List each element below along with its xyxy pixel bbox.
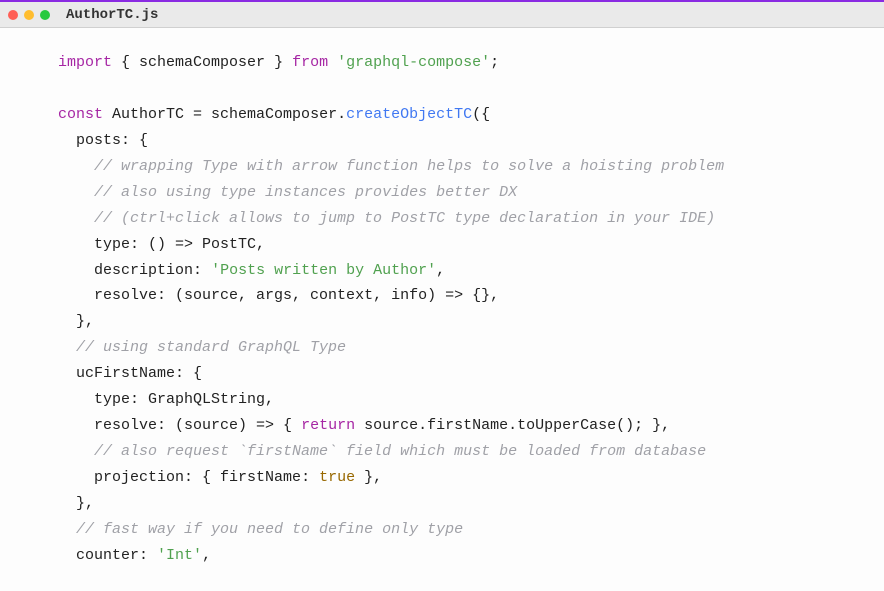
code-line: ucFirstName: { [58, 365, 202, 382]
code-line: posts: { [58, 132, 148, 149]
code-line: resolve: (source) => { return source.fir… [58, 417, 670, 434]
close-icon[interactable] [8, 10, 18, 20]
code-line: type: GraphQLString, [58, 391, 274, 408]
code-line: // fast way if you need to define only t… [58, 521, 463, 538]
code-line: import { schemaComposer } from 'graphql-… [58, 54, 499, 71]
code-line: resolve: (source, args, context, info) =… [58, 287, 499, 304]
minimize-icon[interactable] [24, 10, 34, 20]
code-line: counter: 'Int', [58, 547, 211, 564]
code-line: const AuthorTC = schemaComposer.createOb… [58, 106, 490, 123]
file-name: AuthorTC.js [66, 7, 158, 23]
code-line: // (ctrl+click allows to jump to PostTC … [58, 210, 715, 227]
code-line: // wrapping Type with arrow function hel… [58, 158, 724, 175]
window-titlebar: AuthorTC.js [0, 2, 884, 28]
code-line: }, [58, 495, 94, 512]
code-line: projection: { firstName: true }, [58, 469, 382, 486]
code-line: description: 'Posts written by Author', [58, 262, 445, 279]
code-editor[interactable]: import { schemaComposer } from 'graphql-… [0, 28, 884, 591]
code-line: // using standard GraphQL Type [58, 339, 346, 356]
code-line: // also using type instances provides be… [58, 184, 517, 201]
code-line: }, [58, 313, 94, 330]
code-line: // also request `firstName` field which … [58, 443, 706, 460]
maximize-icon[interactable] [40, 10, 50, 20]
code-line: type: () => PostTC, [58, 236, 265, 253]
